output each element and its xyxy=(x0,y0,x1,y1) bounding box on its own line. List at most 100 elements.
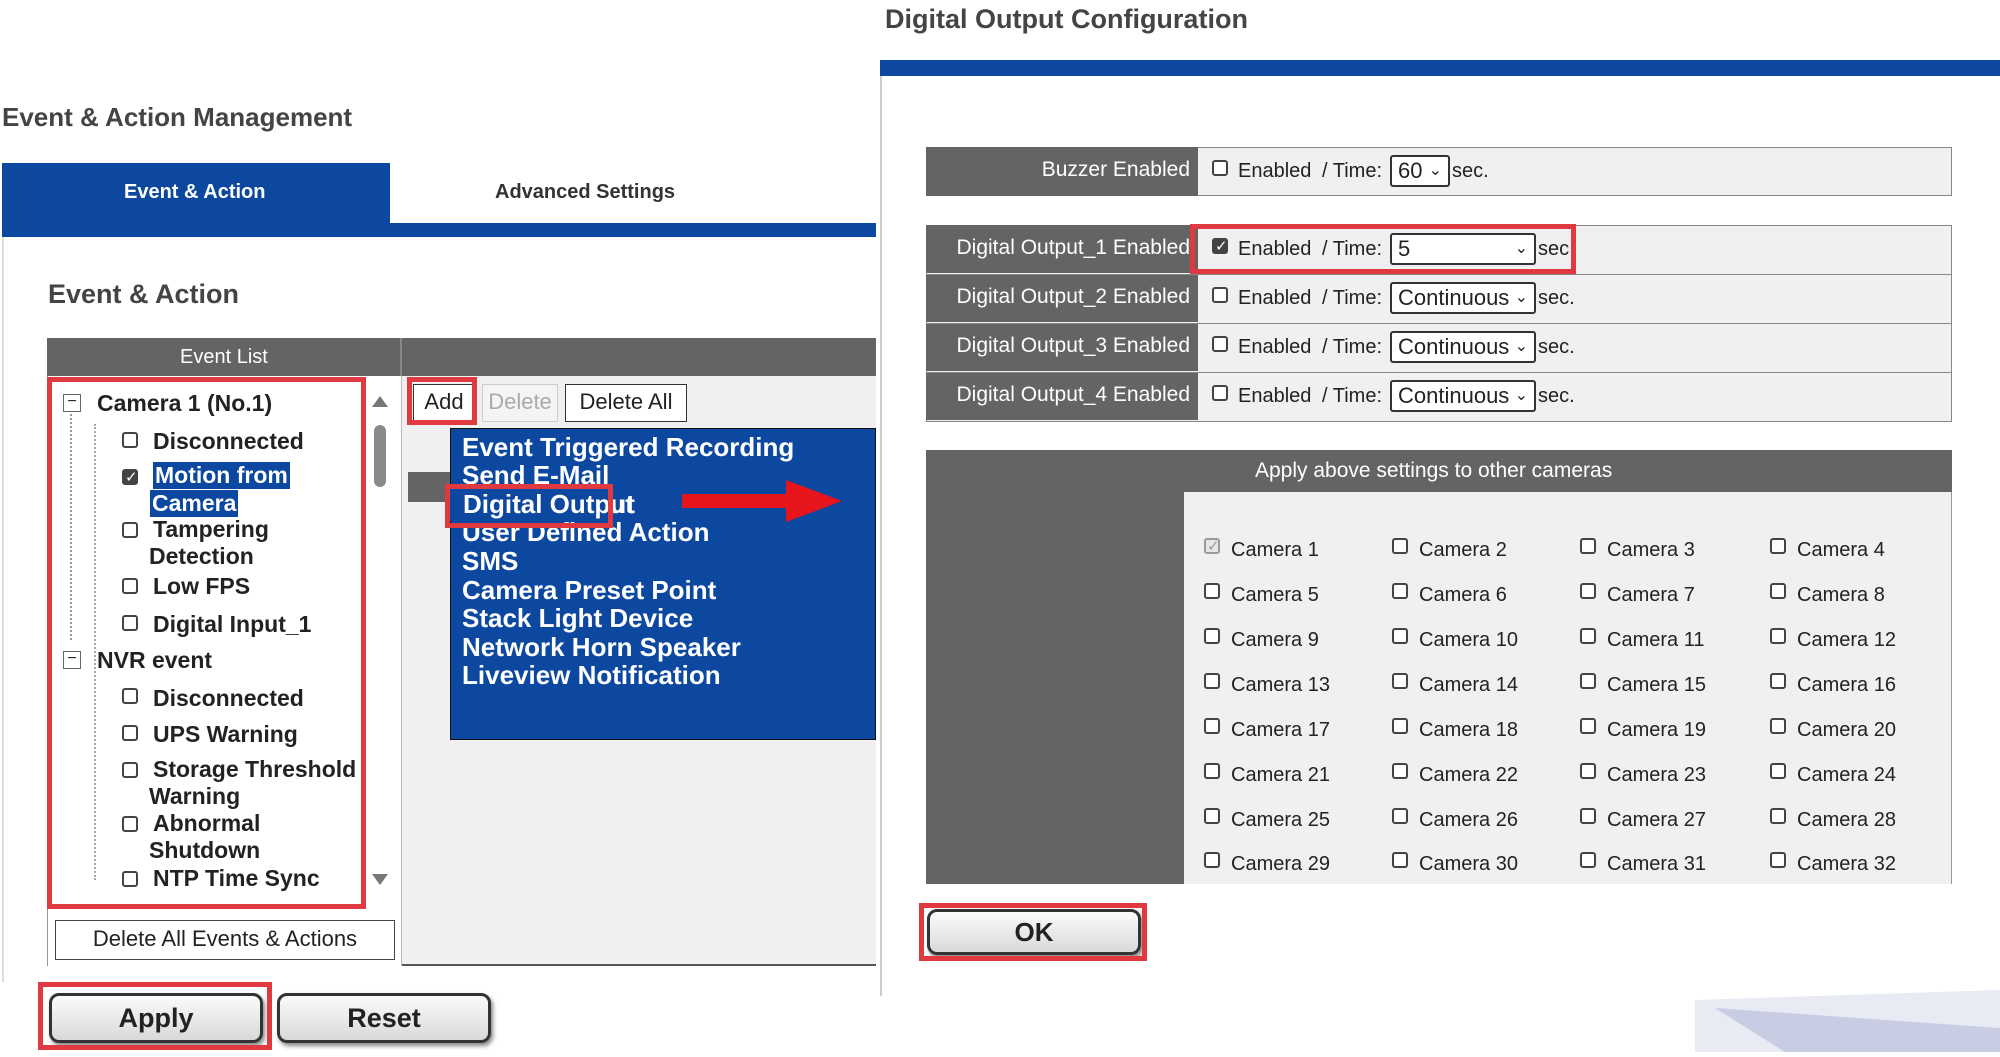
camera-checkbox[interactable] xyxy=(1392,718,1408,734)
camera-checkbox[interactable] xyxy=(1204,673,1220,689)
camera-label: Camera 14 xyxy=(1419,674,1518,696)
camera-label: Camera 9 xyxy=(1231,629,1319,651)
camera-checkbox[interactable] xyxy=(1580,583,1596,599)
camera-checkbox[interactable] xyxy=(1392,538,1408,554)
delete-all-events-button[interactable]: Delete All Events & Actions xyxy=(55,920,395,960)
camera-label: Camera 10 xyxy=(1419,629,1518,651)
camera-label: Camera 15 xyxy=(1607,674,1706,696)
time-label: / Time: xyxy=(1322,336,1383,358)
camera-label: Camera 11 xyxy=(1607,629,1705,651)
reset-button[interactable]: Reset xyxy=(277,993,491,1043)
camera-grid-gutter xyxy=(926,492,1184,884)
camera-label: Camera 17 xyxy=(1231,719,1330,741)
camera-checkbox[interactable] xyxy=(1770,583,1786,599)
section-title: Event & Action xyxy=(48,279,240,309)
camera-checkbox[interactable] xyxy=(1770,673,1786,689)
camera-checkbox[interactable] xyxy=(1770,628,1786,644)
camera-checkbox[interactable] xyxy=(1204,583,1220,599)
camera-label: Camera 13 xyxy=(1231,674,1330,696)
camera-label: Camera 2 xyxy=(1419,539,1507,561)
camera-checkbox[interactable] xyxy=(1580,763,1596,779)
row-divider xyxy=(926,274,1952,275)
camera-checkbox[interactable] xyxy=(1580,718,1596,734)
highlight-add xyxy=(407,377,477,425)
event-list-header xyxy=(47,338,876,376)
time-select[interactable]: 60 ⌄ xyxy=(1390,155,1450,187)
header-divider xyxy=(400,338,402,376)
reset-button-label: Reset xyxy=(347,1003,421,1033)
action-stack-light[interactable]: Stack Light Device xyxy=(462,603,693,634)
chevron-down-icon: ⌄ xyxy=(1428,162,1442,179)
action-sms[interactable]: SMS xyxy=(462,546,518,577)
time-label: / Time: xyxy=(1322,160,1383,182)
left-bottom-border xyxy=(402,964,876,966)
camera-checkbox[interactable] xyxy=(1204,718,1220,734)
time-select[interactable]: Continuous ⌄ xyxy=(1390,380,1536,412)
time-select-value: Continuous xyxy=(1398,334,1510,359)
camera-label: Camera 5 xyxy=(1231,584,1319,606)
camera-checkbox[interactable] xyxy=(1392,808,1408,824)
event-list-header-label: Event List xyxy=(180,346,268,368)
camera-checkbox[interactable] xyxy=(1580,852,1596,868)
enabled-checkbox[interactable] xyxy=(1212,287,1228,303)
camera-label: Camera 7 xyxy=(1607,584,1695,606)
action-liveview-notification[interactable]: Liveview Notification xyxy=(462,660,721,691)
camera-checkbox[interactable] xyxy=(1580,808,1596,824)
row-label: Digital Output_2 Enabled xyxy=(956,285,1191,308)
action-event-triggered-recording[interactable]: Event Triggered Recording xyxy=(462,432,794,463)
camera-label: Camera 3 xyxy=(1607,539,1695,561)
enabled-checkbox[interactable] xyxy=(1212,160,1228,176)
camera-checkbox[interactable] xyxy=(1204,537,1220,555)
time-select-value: Continuous xyxy=(1398,285,1510,310)
camera-checkbox[interactable] xyxy=(1770,718,1786,734)
camera-checkbox[interactable] xyxy=(1580,673,1596,689)
camera-label: Camera 29 xyxy=(1231,853,1330,875)
camera-label: Camera 24 xyxy=(1797,764,1896,786)
time-select[interactable]: Continuous ⌄ xyxy=(1390,331,1536,363)
camera-checkbox[interactable] xyxy=(1204,628,1220,644)
camera-checkbox[interactable] xyxy=(1770,852,1786,868)
camera-label: Camera 20 xyxy=(1797,719,1896,741)
scroll-down-icon[interactable] xyxy=(372,874,388,885)
tab-advanced-settings[interactable]: Advanced Settings xyxy=(495,181,675,204)
chevron-down-icon: ⌄ xyxy=(1514,338,1528,355)
camera-checkbox[interactable] xyxy=(1392,673,1408,689)
camera-checkbox[interactable] xyxy=(1770,538,1786,554)
camera-checkbox[interactable] xyxy=(1392,583,1408,599)
camera-label: Camera 6 xyxy=(1419,584,1507,606)
camera-checkbox[interactable] xyxy=(1770,808,1786,824)
camera-checkbox[interactable] xyxy=(1580,628,1596,644)
tab-underline xyxy=(2,223,876,237)
camera-checkbox[interactable] xyxy=(1770,763,1786,779)
scroll-up-icon[interactable] xyxy=(372,396,388,407)
delete-all-events-label: Delete All Events & Actions xyxy=(92,926,358,951)
dialog-title: Digital Output Configuration xyxy=(885,4,1248,34)
camera-checkbox[interactable] xyxy=(1204,852,1220,868)
camera-checkbox[interactable] xyxy=(1392,763,1408,779)
enabled-label: Enabled xyxy=(1238,160,1312,182)
camera-label: Camera 27 xyxy=(1607,809,1706,831)
scroll-thumb[interactable] xyxy=(374,425,386,487)
camera-label: Camera 16 xyxy=(1797,674,1896,696)
camera-label: Camera 12 xyxy=(1797,629,1896,651)
row-label: Digital Output_1 Enabled xyxy=(956,236,1191,259)
camera-label: Camera 23 xyxy=(1607,764,1706,786)
highlight-apply xyxy=(38,982,272,1050)
camera-checkbox[interactable] xyxy=(1580,538,1596,554)
decorative-corner-graphic xyxy=(1695,990,2000,1057)
action-network-horn[interactable]: Network Horn Speaker xyxy=(462,632,741,663)
camera-label: Camera 30 xyxy=(1419,853,1518,875)
camera-checkbox[interactable] xyxy=(1392,628,1408,644)
camera-checkbox[interactable] xyxy=(1392,852,1408,868)
camera-checkbox[interactable] xyxy=(1204,763,1220,779)
enabled-checkbox[interactable] xyxy=(1212,336,1228,352)
time-label: / Time: xyxy=(1322,287,1383,309)
camera-checkbox[interactable] xyxy=(1204,808,1220,824)
camera-label: Camera 4 xyxy=(1797,539,1885,561)
action-camera-preset[interactable]: Camera Preset Point xyxy=(462,575,716,606)
time-select[interactable]: Continuous ⌄ xyxy=(1390,282,1536,314)
delete-button[interactable]: Delete xyxy=(482,384,558,422)
enabled-checkbox[interactable] xyxy=(1212,385,1228,401)
camera-label: Camera 25 xyxy=(1231,809,1330,831)
delete-all-button[interactable]: Delete All xyxy=(565,384,687,422)
